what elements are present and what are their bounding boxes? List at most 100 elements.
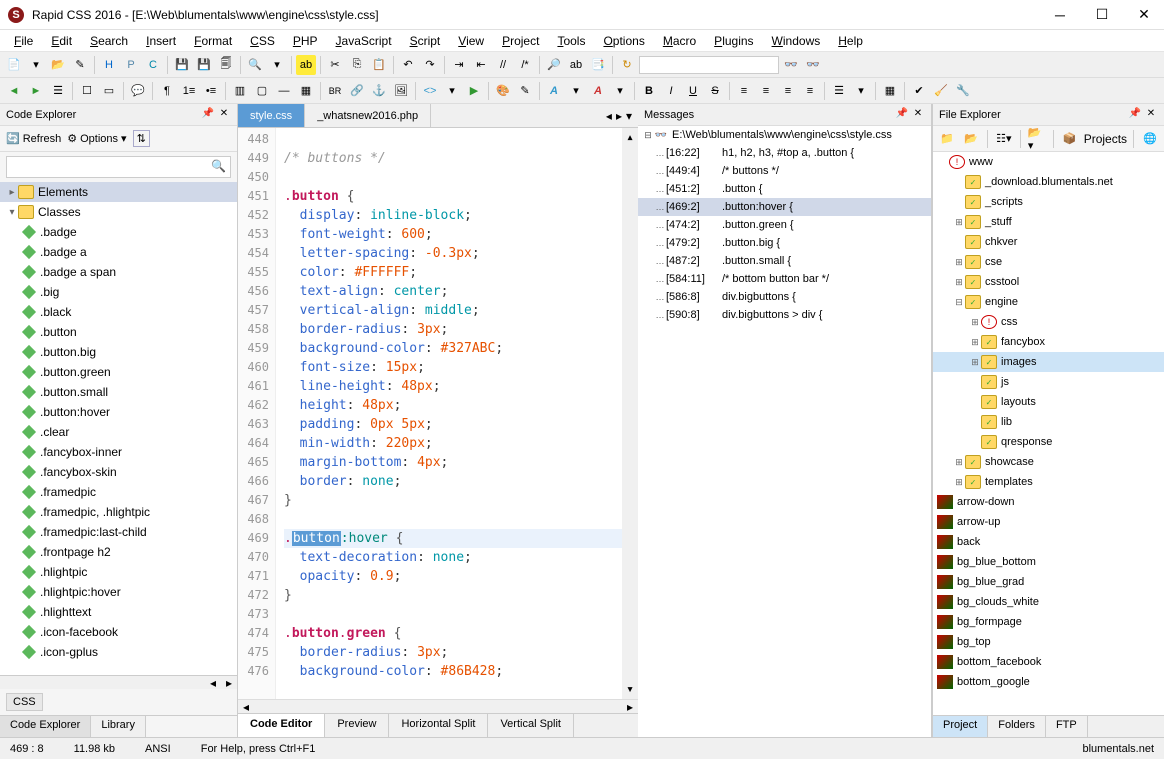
menu-view[interactable]: View [450,32,492,50]
open-file-icon[interactable]: 📂 [48,55,68,75]
comment-icon[interactable]: // [493,55,513,75]
menu-format[interactable]: Format [186,32,240,50]
class-item[interactable]: .button:hover [0,402,237,422]
scroll-left-icon[interactable]: ◂ [205,676,221,689]
scroll-up-icon[interactable]: ▴ [626,128,634,147]
panel-close-icon[interactable]: ✕ [217,108,231,122]
fe-file[interactable]: back [933,532,1164,552]
tab-menu-icon[interactable]: ▾ [626,109,632,123]
panel-close-icon[interactable]: ✕ [1144,108,1158,122]
tab-prev-icon[interactable]: ◂ [606,109,612,123]
pin-icon[interactable]: 📌 [201,108,215,122]
preview-icon[interactable]: 🔍 [245,55,265,75]
menu-help[interactable]: Help [830,32,871,50]
menu-insert[interactable]: Insert [138,32,184,50]
fe-folder[interactable]: _scripts [933,192,1164,212]
fe-view-icon[interactable]: ☷▾ [994,129,1014,149]
list-ul-icon[interactable]: •≡ [201,81,221,101]
class-item[interactable]: .fancybox-skin [0,462,237,482]
options-button[interactable]: ⚙ Options▾ [67,132,126,145]
class-item[interactable]: .framedpic:last-child [0,522,237,542]
html-icon[interactable]: H [99,55,119,75]
highlight-icon[interactable]: ab [296,55,316,75]
region-icon[interactable]: ▭ [99,81,119,101]
indent-icon[interactable]: ⇥ [449,55,469,75]
elements-node[interactable]: ▸Elements [0,182,237,202]
find-icon[interactable]: 🔎 [544,55,564,75]
message-item[interactable]: …[16:22]h1, h2, h3, #top a, .button { [638,144,931,162]
class-item[interactable]: .badge [0,222,237,242]
fe-folder[interactable]: qresponse [933,432,1164,452]
menu-plugins[interactable]: Plugins [706,32,761,50]
menu-search[interactable]: Search [82,32,136,50]
fe-file[interactable]: bg_blue_grad [933,572,1164,592]
editor-tab-code-editor[interactable]: Code Editor [238,714,325,737]
history-icon[interactable]: ☰ [48,81,68,101]
save-icon[interactable]: 💾 [172,55,192,75]
fe-refresh-icon[interactable]: 📂 [961,129,981,149]
fe-folder[interactable]: ⊞showcase [933,452,1164,472]
menu-options[interactable]: Options [595,32,652,50]
menu-javascript[interactable]: JavaScript [328,32,400,50]
fe-folder[interactable]: ⊞csstool [933,272,1164,292]
br-icon[interactable]: BR [325,81,345,101]
class-item[interactable]: .icon-facebook [0,622,237,642]
fe-file[interactable]: bg_formpage [933,612,1164,632]
menu-script[interactable]: Script [402,32,449,50]
menu-windows[interactable]: Windows [764,32,829,50]
sort-icon[interactable]: ⇅ [133,130,150,147]
scroll-right-icon[interactable]: ▸ [221,676,237,689]
fe-new-folder-icon[interactable]: 📁 [937,129,957,149]
fe-open-icon[interactable]: 📂▾ [1027,129,1047,149]
message-item[interactable]: …[590:8]div.bigbuttons > div { [638,306,931,324]
layout-icon[interactable]: ▥ [230,81,250,101]
fe-folder[interactable]: ⊞cse [933,252,1164,272]
paragraph-icon[interactable]: ¶ [157,81,177,101]
font-a-red-icon[interactable]: A [588,81,608,101]
fe-folder[interactable]: _download.blumentals.net [933,172,1164,192]
class-item[interactable]: .button.small [0,382,237,402]
search-icon[interactable]: 🔍 [211,159,227,175]
maximize-button[interactable]: ☐ [1090,6,1114,23]
tool-icon[interactable]: 🔧 [953,81,973,101]
fe-projects-label[interactable]: Projects [1084,132,1127,146]
font-red-dropdown-icon[interactable]: ▾ [610,81,630,101]
ce-tab-code-explorer[interactable]: Code Explorer [0,716,91,737]
forward-icon[interactable]: ► [26,81,46,101]
bold-icon[interactable]: B [639,81,659,101]
form-dropdown-icon[interactable]: ▾ [851,81,871,101]
underline-icon[interactable]: U [683,81,703,101]
quick-search-input[interactable] [639,56,779,74]
image-icon[interactable]: 🖼 [391,81,411,101]
new-file-dropdown-icon[interactable]: ▾ [26,55,46,75]
tag-dropdown-icon[interactable]: ▾ [442,81,462,101]
outdent-icon[interactable]: ⇤ [471,55,491,75]
fe-globe-icon[interactable]: 🌐 [1140,129,1160,149]
fe-folder[interactable]: ⊞fancybox [933,332,1164,352]
file-tab[interactable]: _whatsnew2016.php [305,104,431,127]
fe-file[interactable]: arrow-down [933,492,1164,512]
fe-tab-folders[interactable]: Folders [988,716,1046,737]
link-icon[interactable]: 🔗 [347,81,367,101]
fe-folder[interactable]: layouts [933,392,1164,412]
menu-css[interactable]: CSS [242,32,283,50]
tidy-icon[interactable]: 🧹 [931,81,951,101]
validate-icon[interactable]: ✔ [909,81,929,101]
hscroll-right-icon[interactable]: ▸ [622,700,638,713]
fe-file[interactable]: bg_clouds_white [933,592,1164,612]
fe-projects-icon[interactable]: 📦 [1060,129,1080,149]
class-item[interactable]: .badge a [0,242,237,262]
class-item[interactable]: .button [0,322,237,342]
class-item[interactable]: .frontpage h2 [0,542,237,562]
message-item[interactable]: …[449:4]/* buttons */ [638,162,931,180]
css-badge[interactable]: CSS [6,693,43,711]
anchor-icon[interactable]: ⚓ [369,81,389,101]
message-item[interactable]: …[474:2].button.green { [638,216,931,234]
align-center-icon[interactable]: ≡ [756,81,776,101]
table-icon[interactable]: ▦ [296,81,316,101]
back-icon[interactable]: ◄ [4,81,24,101]
fe-file[interactable]: bottom_google [933,672,1164,692]
redo-icon[interactable]: ↷ [420,55,440,75]
editor-tab-preview[interactable]: Preview [325,714,389,737]
fe-folder[interactable]: ⊞images [933,352,1164,372]
